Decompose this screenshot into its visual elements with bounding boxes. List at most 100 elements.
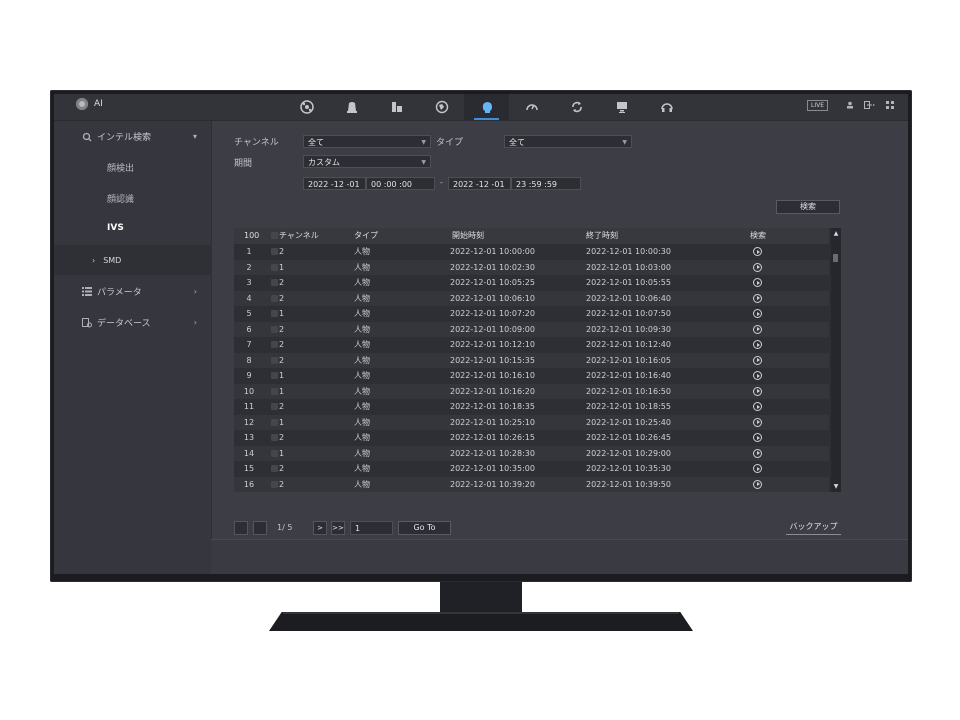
sidebar-item-face-detect[interactable]: 顔検出 <box>107 161 134 174</box>
row-end-time: 2022-12-01 10:05:55 <box>586 278 671 287</box>
app-title[interactable]: AI <box>76 98 103 110</box>
table-row[interactable]: 6 2 人物 2022-12-01 10:09:00 2022-12-01 10:09:… <box>234 321 829 337</box>
sidebar-item-intelli-search[interactable]: インテル検索 ▾ <box>54 121 211 151</box>
first-page-button[interactable] <box>234 521 248 535</box>
search-button[interactable]: 検索 <box>776 200 840 214</box>
start-date-field[interactable]: 2022 -12 -01 <box>303 177 366 190</box>
last-page-button[interactable]: >> <box>331 521 345 535</box>
logout-icon[interactable] <box>864 100 876 111</box>
table-row[interactable]: 5 1 人物 2022-12-01 10:07:20 2022-12-01 10:07:… <box>234 306 829 322</box>
row-checkbox[interactable] <box>271 465 278 472</box>
next-page-button[interactable]: > <box>313 521 327 535</box>
row-channel: 2 <box>279 402 285 411</box>
play-icon[interactable] <box>753 479 762 489</box>
row-channel: 2 <box>279 464 285 473</box>
speed-icon[interactable] <box>509 94 554 120</box>
headset-icon[interactable] <box>644 94 689 120</box>
sync-icon[interactable] <box>554 94 599 120</box>
row-checkbox[interactable] <box>271 372 278 379</box>
user-icon[interactable] <box>846 101 854 111</box>
select-all-checkbox[interactable] <box>271 232 278 239</box>
sidebar-item-ivs[interactable]: IVS <box>107 223 124 233</box>
table-row[interactable]: 9 1 人物 2022-12-01 10:16:10 2022-12-01 10:16:… <box>234 368 829 384</box>
play-icon[interactable] <box>753 324 762 334</box>
sidebar-item-parameters[interactable]: パラメータ › <box>54 276 211 306</box>
table-row[interactable]: 7 2 人物 2022-12-01 10:12:10 2022-12-01 10:12:… <box>234 337 829 353</box>
sidebar-item-smd[interactable]: › SMD <box>54 245 211 275</box>
goto-button[interactable]: Go To <box>398 521 451 535</box>
play-icon[interactable] <box>753 386 762 396</box>
table-row[interactable]: 13 2 人物 2022-12-01 10:26:15 2022-12-01 10:26… <box>234 430 829 446</box>
row-checkbox[interactable] <box>271 356 278 364</box>
table-row[interactable]: 11 2 人物 2022-12-01 10:18:35 2022-12-01 10:18… <box>234 399 829 415</box>
type-select[interactable]: 全て ▼ <box>504 135 632 148</box>
play-icon[interactable] <box>753 340 762 349</box>
grid-menu-icon[interactable] <box>886 100 894 111</box>
channel-select-value: 全て <box>308 138 324 147</box>
network-icon[interactable] <box>374 94 419 120</box>
row-checkbox[interactable] <box>271 294 278 302</box>
table-row[interactable]: 14 1 人物 2022-12-01 10:28:30 2022-12-01 10:29… <box>234 445 829 461</box>
face-icon[interactable] <box>284 94 329 120</box>
end-date-field[interactable]: 2022 -12 -01 <box>448 177 511 190</box>
play-icon[interactable] <box>753 278 762 287</box>
row-checkbox[interactable] <box>271 248 278 255</box>
table-row[interactable]: 1 2 人物 2022-12-01 10:00:00 2022-12-01 10:00:… <box>234 244 829 260</box>
table-row[interactable]: 3 2 人物 2022-12-01 10:05:25 2022-12-01 10:05:… <box>234 275 829 291</box>
play-icon[interactable] <box>753 293 762 303</box>
row-checkbox[interactable] <box>271 480 278 488</box>
page-input[interactable]: 1 <box>350 521 393 535</box>
table-scrollbar[interactable]: ▲ ▼ <box>831 228 841 492</box>
table-row[interactable]: 16 2 人物 2022-12-01 10:39:20 2022-12-01 10:39… <box>234 476 829 492</box>
table-row[interactable]: 15 2 人物 2022-12-01 10:35:00 2022-12-01 10:35… <box>234 461 829 477</box>
live-button[interactable]: LIVE <box>806 100 828 111</box>
backup-button[interactable]: バックアップ <box>786 521 841 535</box>
table-row[interactable]: 8 2 人物 2022-12-01 10:15:35 2022-12-01 10:16:… <box>234 352 829 368</box>
sidebar-item-database[interactable]: データベース › <box>54 307 211 337</box>
play-icon[interactable] <box>753 371 762 380</box>
ai-icon[interactable] <box>464 94 509 120</box>
table-row[interactable]: 2 1 人物 2022-12-01 10:02:30 2022-12-01 10:03:… <box>234 259 829 275</box>
sidebar-item-face-recognition[interactable]: 顔認識 <box>107 192 134 205</box>
row-checkbox[interactable] <box>271 387 278 395</box>
play-icon[interactable] <box>753 433 762 442</box>
end-time-field[interactable]: 23 :59 :59 <box>511 177 581 190</box>
camera-icon[interactable] <box>329 94 374 120</box>
row-checkbox[interactable] <box>271 403 278 410</box>
row-checkbox[interactable] <box>271 341 278 348</box>
row-checkbox[interactable] <box>271 449 278 457</box>
period-select[interactable]: カスタム ▼ <box>303 155 431 168</box>
table-row[interactable]: 10 1 人物 2022-12-01 10:16:20 2022-12-01 10:16… <box>234 383 829 399</box>
row-checkbox[interactable] <box>271 263 278 271</box>
sidebar: インテル検索 ▾ 顔検出 顔認識 IVS › SMD パラメータ › データベー… <box>54 121 212 574</box>
table-row[interactable]: 12 1 人物 2022-12-01 10:25:10 2022-12-01 10:25… <box>234 414 829 430</box>
play-icon[interactable] <box>753 417 762 427</box>
start-time-field[interactable]: 00 :00 :00 <box>366 177 435 190</box>
row-number: 2 <box>246 262 252 272</box>
row-checkbox[interactable] <box>271 310 278 317</box>
row-checkbox[interactable] <box>271 434 278 441</box>
play-icon[interactable] <box>753 355 762 365</box>
scroll-down-icon[interactable]: ▼ <box>831 483 841 490</box>
row-end-time: 2022-12-01 10:00:30 <box>586 247 671 256</box>
prev-page-button[interactable] <box>253 521 267 535</box>
row-checkbox[interactable] <box>271 325 278 333</box>
play-icon[interactable] <box>753 448 762 458</box>
play-icon[interactable] <box>753 309 762 318</box>
row-checkbox[interactable] <box>271 418 278 426</box>
play-icon[interactable] <box>753 464 762 473</box>
channel-select[interactable]: 全て ▼ <box>303 135 431 148</box>
scroll-up-icon[interactable]: ▲ <box>831 230 841 237</box>
play-icon[interactable] <box>753 247 762 256</box>
row-number: 8 <box>246 355 252 365</box>
scroll-thumb[interactable] <box>833 254 838 262</box>
row-type: 人物 <box>354 479 370 489</box>
table-row[interactable]: 4 2 人物 2022-12-01 10:06:10 2022-12-01 10:06:… <box>234 290 829 306</box>
globe-icon[interactable] <box>419 94 464 120</box>
row-checkbox[interactable] <box>271 279 278 286</box>
play-icon[interactable] <box>753 402 762 411</box>
play-icon[interactable] <box>753 262 762 272</box>
monitor-icon[interactable] <box>599 94 644 120</box>
row-end-time: 2022-12-01 10:07:50 <box>586 309 671 318</box>
row-type: 人物 <box>354 402 370 411</box>
